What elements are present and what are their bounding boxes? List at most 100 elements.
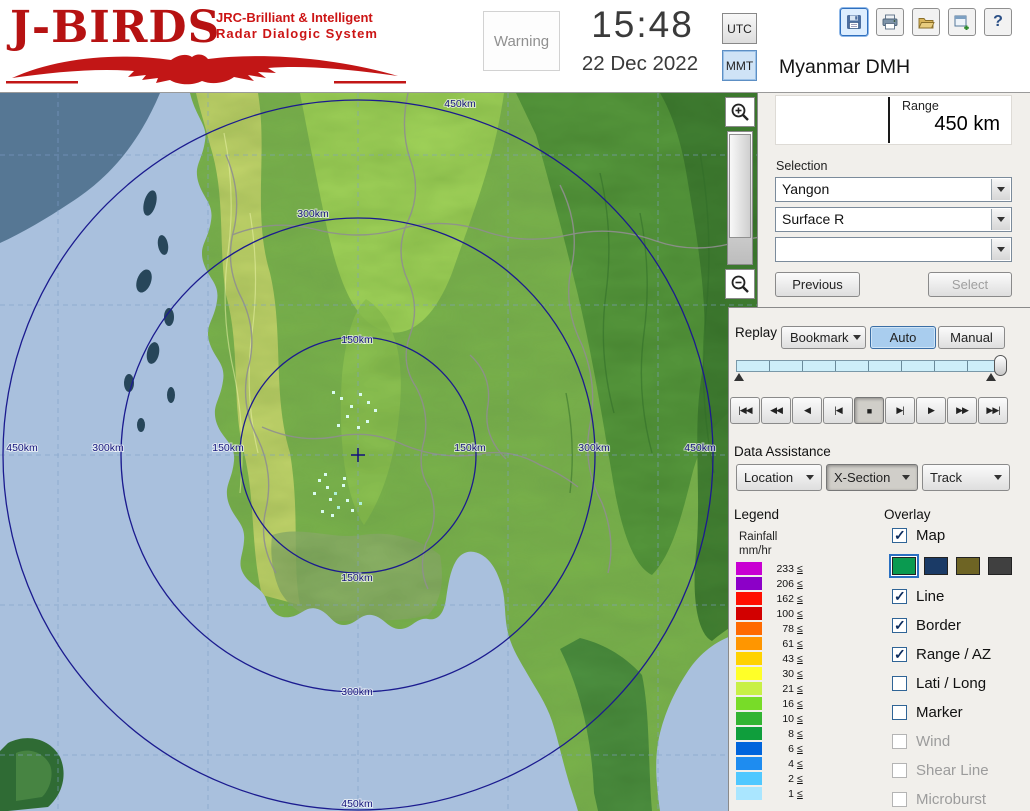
svg-text:150km: 150km bbox=[212, 442, 244, 454]
legend-operator: ≤ bbox=[797, 608, 803, 620]
zoom-in-button[interactable] bbox=[725, 97, 755, 127]
x-section-label: X-Section bbox=[834, 470, 890, 485]
utc-button[interactable]: UTC bbox=[722, 13, 757, 44]
svg-text:450km: 450km bbox=[341, 798, 373, 810]
legend-operator: ≤ bbox=[797, 713, 803, 725]
skip-to-end-button[interactable]: ▶▶| bbox=[978, 397, 1008, 424]
zoom-out-button[interactable] bbox=[725, 269, 755, 299]
track-button[interactable]: Track bbox=[922, 464, 1010, 491]
bookmark-button[interactable]: Bookmark bbox=[781, 326, 866, 349]
legend-value: 6 bbox=[768, 743, 794, 755]
legend-color-swatch bbox=[736, 577, 762, 590]
svg-text:150km: 150km bbox=[454, 442, 486, 454]
svg-text:300km: 300km bbox=[297, 208, 329, 220]
print-button[interactable] bbox=[876, 8, 904, 36]
map-color-swatch-1[interactable] bbox=[892, 557, 916, 575]
legend-row: 2≤ bbox=[736, 771, 803, 786]
legend-operator: ≤ bbox=[797, 653, 803, 665]
map-color-swatch-3[interactable] bbox=[956, 557, 980, 575]
overlay-row-shear-line: Shear Line bbox=[892, 762, 1027, 778]
radar-map[interactable]: 450km 300km 150km 450km 300km 150km 150k… bbox=[0, 93, 757, 811]
dropdown-button[interactable] bbox=[991, 179, 1010, 200]
save-button[interactable] bbox=[840, 8, 868, 36]
map-color-row bbox=[892, 556, 1027, 575]
overlay-row-line: Line bbox=[892, 588, 1027, 604]
overlay-label: Border bbox=[916, 617, 961, 634]
slider-track[interactable] bbox=[736, 360, 1004, 372]
legend-row: 16≤ bbox=[736, 696, 803, 711]
legend-value: 162 bbox=[768, 593, 794, 605]
map-color-swatch-4[interactable] bbox=[988, 557, 1012, 575]
svg-text:450km: 450km bbox=[444, 98, 476, 110]
legend-color-swatch bbox=[736, 622, 762, 635]
fast-forward-button[interactable]: ▶▶ bbox=[947, 397, 977, 424]
chevron-down-icon bbox=[853, 335, 861, 340]
checkbox-map[interactable] bbox=[892, 528, 907, 543]
import-button[interactable] bbox=[948, 8, 976, 36]
legend-value: 43 bbox=[768, 653, 794, 665]
open-folder-icon bbox=[917, 13, 935, 31]
station-title: Myanmar DMH bbox=[779, 56, 910, 79]
legend-value: 16 bbox=[768, 698, 794, 710]
previous-button[interactable]: Previous bbox=[775, 272, 860, 297]
clock-time: 15:48 bbox=[570, 4, 715, 46]
reverse-play-button[interactable]: ◀ bbox=[792, 397, 822, 424]
select-button[interactable]: Select bbox=[928, 272, 1012, 297]
legend-color-swatch bbox=[736, 667, 762, 680]
site-combo[interactable]: Yangon bbox=[775, 177, 1012, 202]
dropdown-button[interactable] bbox=[991, 239, 1010, 260]
warning-indicator: Warning bbox=[483, 11, 560, 71]
x-section-button[interactable]: X-Section bbox=[826, 464, 918, 491]
svg-text:150km: 150km bbox=[341, 572, 373, 584]
legend-value: 61 bbox=[768, 638, 794, 650]
legend-value: 100 bbox=[768, 608, 794, 620]
option-combo[interactable] bbox=[775, 237, 1012, 262]
chevron-down-icon bbox=[997, 187, 1005, 192]
checkbox-range-az[interactable] bbox=[892, 647, 907, 662]
overlay-label: Lati / Long bbox=[916, 675, 986, 692]
dropdown-button[interactable] bbox=[991, 209, 1010, 230]
help-button[interactable]: ? bbox=[984, 8, 1012, 36]
map-color-swatch-2[interactable] bbox=[924, 557, 948, 575]
legend-value: 2 bbox=[768, 773, 794, 785]
svg-text:300km: 300km bbox=[578, 442, 610, 454]
svg-text:300km: 300km bbox=[92, 442, 124, 454]
manual-button[interactable]: Manual bbox=[938, 326, 1005, 349]
svg-text:300km: 300km bbox=[341, 686, 373, 698]
play-button[interactable]: ▶ bbox=[916, 397, 946, 424]
checkbox-line[interactable] bbox=[892, 589, 907, 604]
legend-row: 206≤ bbox=[736, 576, 803, 591]
skip-to-start-button[interactable]: |◀◀ bbox=[730, 397, 760, 424]
legend-value: 4 bbox=[768, 758, 794, 770]
logo-subtitle-1: JRC-Brilliant & Intelligent bbox=[216, 10, 373, 25]
legend-row: 21≤ bbox=[736, 681, 803, 696]
auto-button[interactable]: Auto bbox=[870, 326, 936, 349]
map-zoom-slider[interactable] bbox=[727, 131, 753, 265]
legend-row: 233≤ bbox=[736, 561, 803, 576]
location-button[interactable]: Location bbox=[736, 464, 822, 491]
step-forward-button[interactable]: ▶| bbox=[885, 397, 915, 424]
product-combo[interactable]: Surface R bbox=[775, 207, 1012, 232]
track-label: Track bbox=[930, 470, 962, 485]
checkbox-lati-long[interactable] bbox=[892, 676, 907, 691]
legend-row: 8≤ bbox=[736, 726, 803, 741]
checkbox-marker[interactable] bbox=[892, 705, 907, 720]
slider-thumb[interactable] bbox=[729, 134, 751, 238]
fast-rewind-button[interactable]: ◀◀ bbox=[761, 397, 791, 424]
legend-value: 10 bbox=[768, 713, 794, 725]
app-root: J-BIRDS JRC-Brilliant & Intelligent Rada… bbox=[0, 0, 1030, 811]
help-icon: ? bbox=[993, 13, 1003, 31]
mmt-button[interactable]: MMT bbox=[722, 50, 757, 81]
bookmark-label: Bookmark bbox=[790, 330, 849, 345]
replay-slider[interactable] bbox=[736, 354, 1004, 380]
selection-label: Selection bbox=[776, 159, 827, 173]
open-folder-button[interactable] bbox=[912, 8, 940, 36]
stop-button[interactable]: ■ bbox=[854, 397, 884, 424]
map-canvas: 450km 300km 150km 450km 300km 150km 150k… bbox=[0, 93, 757, 811]
checkbox-border[interactable] bbox=[892, 618, 907, 633]
step-back-button[interactable]: |◀ bbox=[823, 397, 853, 424]
overlay-list: Map Line Border Range / AZ Lati / Long M… bbox=[892, 527, 1027, 807]
legend-color-swatch bbox=[736, 757, 762, 770]
checkbox-wind bbox=[892, 734, 907, 749]
legend-operator: ≤ bbox=[797, 743, 803, 755]
